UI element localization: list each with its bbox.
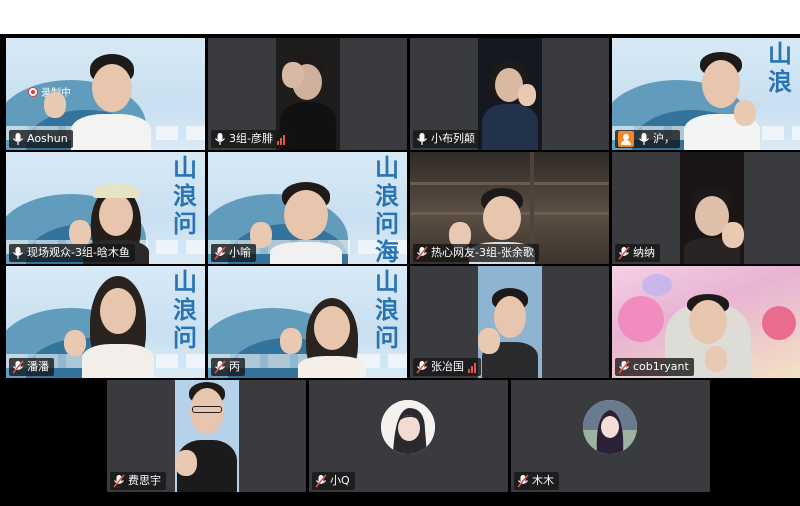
participant-nameplate: 热心网友-3组-张余歌 — [413, 244, 539, 262]
participant-name: 小喻 — [229, 246, 251, 259]
microphone-muted-icon — [416, 360, 428, 374]
participant-tile-cob1ryant[interactable]: cob1ryant — [612, 266, 800, 378]
participant-name: 纳纳 — [633, 246, 655, 259]
participant-tile-nana[interactable]: 纳纳 — [612, 152, 800, 264]
participant-tile-xiaoyu[interactable]: 山浪问海 小喻 — [208, 152, 407, 264]
participant-video — [175, 380, 239, 492]
participant-video — [680, 152, 744, 264]
microphone-muted-icon — [416, 246, 428, 260]
profile-picture-icon — [381, 400, 435, 454]
participant-video — [478, 266, 542, 378]
participant-nameplate: 费思宇 — [110, 472, 166, 490]
participant-nameplate: 丙 — [211, 358, 245, 376]
participant-nameplate: 现场观众-3组-晗木鱼 — [9, 244, 135, 262]
signal-strength-icon — [468, 362, 476, 373]
participant-video — [64, 274, 158, 378]
participant-name: Aoshun — [27, 132, 68, 145]
host-icon — [618, 131, 634, 147]
poster-calligraphy: 山浪问 — [375, 267, 399, 352]
participant-nameplate: 3组-彦腓 — [211, 130, 290, 148]
participant-tile-panpan[interactable]: 山浪问 潘潘 — [6, 266, 205, 378]
participant-name: 潘潘 — [27, 360, 49, 373]
participant-tile-hu[interactable]: 山浪 沪， — [612, 38, 800, 150]
participant-name: 热心网友-3组-张余歌 — [431, 246, 534, 259]
participant-name: 3组-彦腓 — [229, 132, 273, 145]
microphone-muted-icon — [618, 360, 630, 374]
top-bar — [0, 0, 800, 34]
participant-nameplate: cob1ryant — [615, 358, 694, 376]
participant-tile-zhangyeguo[interactable]: 张冶国 — [410, 266, 609, 378]
poster-calligraphy: 山浪 — [768, 39, 792, 96]
participant-nameplate: 小喻 — [211, 244, 256, 262]
participant-nameplate: 小布列颠 — [413, 130, 480, 148]
microphone-muted-icon — [214, 360, 226, 374]
microphone-icon — [215, 133, 225, 145]
participant-tile-aoshun[interactable]: 录制中 Aoshun — [6, 38, 205, 150]
microphone-icon — [639, 133, 649, 145]
participant-nameplate: 木木 — [514, 472, 559, 490]
participant-video — [682, 50, 762, 150]
avatar — [381, 400, 435, 454]
participant-nameplate: Aoshun — [9, 130, 73, 148]
participant-tile-feisiyu[interactable]: 费思宇 — [107, 380, 306, 492]
participant-video — [280, 294, 368, 378]
microphone-muted-icon — [315, 474, 327, 488]
participant-tile-3zu-yanfei[interactable]: 3组-彦腓 — [208, 38, 407, 150]
participant-tile-xiaobulieDian[interactable]: 小布列颠 — [410, 38, 609, 150]
participant-name: 张冶国 — [431, 360, 464, 373]
avatar — [583, 400, 637, 454]
poster-calligraphy: 山浪问 — [173, 153, 197, 238]
microphone-icon — [13, 133, 23, 145]
participant-name: 小Q — [330, 474, 350, 487]
participant-nameplate: 纳纳 — [615, 244, 660, 262]
signal-strength-icon — [276, 134, 285, 145]
participant-video — [250, 180, 346, 264]
poster-calligraphy: 山浪问 — [173, 267, 197, 352]
meeting-window: 录制中 Aoshun 3组-彦腓 — [0, 0, 800, 506]
participant-name: cob1ryant — [633, 360, 689, 373]
microphone-muted-icon — [517, 474, 529, 488]
participant-nameplate: 张冶国 — [413, 358, 481, 376]
video-grid: 录制中 Aoshun 3组-彦腓 — [0, 34, 800, 506]
profile-picture-icon — [583, 400, 637, 454]
participant-name: 费思宇 — [128, 474, 161, 487]
participant-video — [478, 38, 542, 150]
microphone-muted-icon — [113, 474, 125, 488]
participant-tile-mumu[interactable]: 木木 — [511, 380, 710, 492]
microphone-muted-icon — [618, 246, 630, 260]
participant-name: 木木 — [532, 474, 554, 487]
participant-nameplate: 沪， — [615, 130, 680, 148]
microphone-icon — [417, 133, 427, 145]
participant-tile-xianchang-guanzhong[interactable]: 山浪问 现场观众-3组-晗木鱼 — [6, 152, 205, 264]
participant-nameplate: 小Q — [312, 472, 355, 490]
participant-name: 丙 — [229, 360, 240, 373]
participant-tile-xiaoq[interactable]: 小Q — [309, 380, 508, 492]
participant-name: 现场观众-3组-晗木鱼 — [27, 246, 130, 259]
record-icon — [28, 86, 38, 97]
participant-nameplate: 潘潘 — [9, 358, 54, 376]
microphone-muted-icon — [12, 360, 24, 374]
poster-calligraphy: 山浪问海 — [375, 153, 399, 265]
microphone-icon — [13, 247, 23, 259]
participant-name: 小布列颠 — [431, 132, 475, 145]
participant-name: 沪， — [653, 132, 675, 145]
participant-tile-rexin-wangyou[interactable]: 热心网友-3组-张余歌 — [410, 152, 609, 264]
microphone-muted-icon — [214, 246, 226, 260]
participant-video — [44, 52, 156, 150]
participant-tile-bing[interactable]: 山浪问 丙 — [208, 266, 407, 378]
